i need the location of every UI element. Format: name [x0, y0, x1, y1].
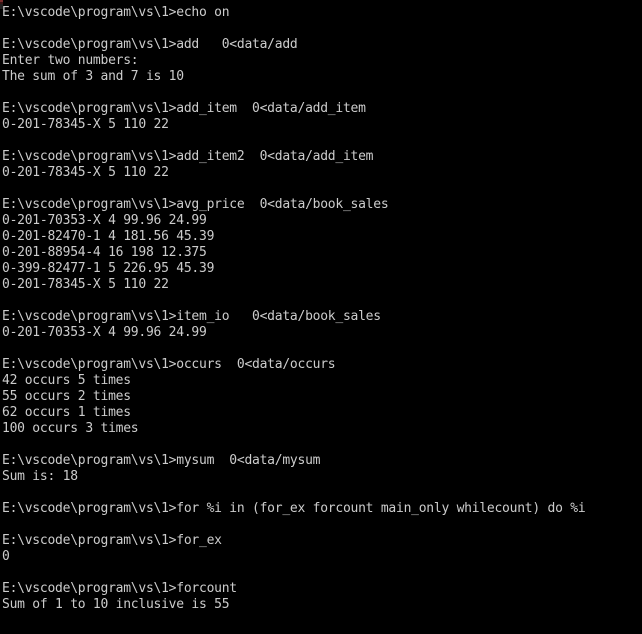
console-line: 0-201-78345-X 5 110 22: [2, 165, 169, 180]
console-line: E:\vscode\program\vs\1>add_item 0<data/a…: [2, 101, 366, 116]
console-line: 0-201-88954-4 16 198 12.375: [2, 245, 207, 260]
console-line: The sum of 3 and 7 is 10: [2, 69, 184, 84]
console-line: 0: [2, 549, 10, 564]
console-line: E:\vscode\program\vs\1>occurs 0<data/occ…: [2, 357, 336, 372]
console-line: 55 occurs 2 times: [2, 389, 131, 404]
console-line: 62 occurs 1 times: [2, 405, 131, 420]
console-line: 0-201-70353-X 4 99.96 24.99: [2, 213, 207, 228]
console-line: E:\vscode\program\vs\1>forcount: [2, 581, 237, 596]
console-line: E:\vscode\program\vs\1>item_io 0<data/bo…: [2, 309, 381, 324]
console-line: E:\vscode\program\vs\1>mysum 0<data/mysu…: [2, 453, 321, 468]
console-line: 0-201-78345-X 5 110 22: [2, 277, 169, 292]
console-line: 42 occurs 5 times: [2, 373, 131, 388]
console-output[interactable]: E:\vscode\program\vs\1>echo on E:\vscode\…: [2, 5, 642, 613]
console-line: E:\vscode\program\vs\1>echo on: [2, 5, 230, 20]
console-line: E:\vscode\program\vs\1>avg_price 0<data/…: [2, 197, 389, 212]
console-line: E:\vscode\program\vs\1>for %i in (for_ex…: [2, 501, 586, 516]
console-line: E:\vscode\program\vs\1>add_item2 0<data/…: [2, 149, 374, 164]
console-line: 0-399-82477-1 5 226.95 45.39: [2, 261, 215, 276]
terminal-window[interactable]: E:\vscode\program\vs\1>echo on E:\vscode\…: [0, 0, 642, 634]
console-line: E:\vscode\program\vs\1>add 0<data/add: [2, 37, 298, 52]
console-line: E:\vscode\program\vs\1>for_ex: [2, 533, 222, 548]
console-line: 0-201-70353-X 4 99.96 24.99: [2, 325, 207, 340]
console-line: Sum of 1 to 10 inclusive is 55: [2, 597, 230, 612]
console-line: 0-201-78345-X 5 110 22: [2, 117, 169, 132]
console-line: 0-201-82470-1 4 181.56 45.39: [2, 229, 215, 244]
console-line: Sum is: 18: [2, 469, 78, 484]
console-line: Enter two numbers:: [2, 53, 139, 68]
console-line: 100 occurs 3 times: [2, 421, 139, 436]
